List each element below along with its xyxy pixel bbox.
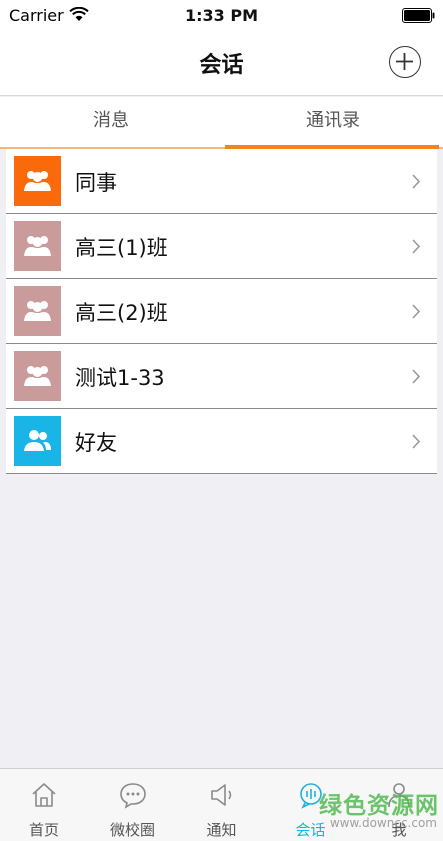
group-people-icon — [24, 236, 51, 256]
chevron-right-icon — [412, 304, 421, 319]
contact-group-class-1[interactable]: 高三(1)班 — [6, 214, 437, 279]
contact-group-friends[interactable]: 好友 — [6, 409, 437, 474]
battery-icon — [402, 8, 435, 23]
contact-group-class-2[interactable]: 高三(2)班 — [6, 279, 437, 344]
contact-group-label: 高三(1)班 — [75, 236, 168, 260]
chevron-right-icon — [412, 239, 421, 254]
plus-icon — [396, 53, 413, 70]
group-avatar — [14, 156, 61, 206]
group-people-icon — [24, 301, 51, 321]
bottom-tab-label: 首页 — [28, 821, 59, 839]
group-avatar — [14, 221, 61, 271]
group-avatar — [14, 351, 61, 401]
add-button[interactable] — [389, 46, 421, 78]
contact-group-label: 测试1-33 — [75, 366, 165, 390]
navigation-bar: 会话 — [0, 30, 443, 96]
contact-group-colleagues[interactable]: 同事 — [6, 149, 437, 214]
speaker-icon — [211, 784, 232, 806]
friends-avatar — [14, 416, 61, 466]
group-avatar — [14, 286, 61, 336]
bottom-tab-label: 通知 — [206, 821, 237, 839]
contact-group-label: 高三(2)班 — [75, 301, 168, 325]
bottom-tab-campus-circle[interactable]: 微校圈 — [88, 769, 177, 841]
chat-bubble-icon — [120, 783, 146, 809]
segment-tabs: 消息 通讯录 — [0, 97, 443, 148]
bottom-tab-notifications[interactable]: 通知 — [177, 769, 266, 841]
tab-messages[interactable]: 消息 — [0, 97, 222, 145]
bottom-tab-home[interactable]: 首页 — [0, 769, 88, 841]
chevron-right-icon — [412, 434, 421, 449]
watermark-url: www.downcc.com — [329, 816, 437, 830]
status-bar: Carrier 1:33 PM — [0, 0, 443, 30]
chevron-right-icon — [412, 174, 421, 189]
tab-contacts[interactable]: 通讯录 — [222, 97, 443, 145]
status-time: 1:33 PM — [184, 6, 258, 25]
group-people-icon — [24, 366, 51, 386]
contact-group-label: 好友 — [75, 431, 117, 455]
home-icon — [32, 783, 56, 807]
contact-group-label: 同事 — [75, 171, 117, 195]
page-title: 会话 — [199, 53, 244, 78]
contact-group-list: 同事 高三(1)班 高三(2)班 测试1-33 好友 — [6, 149, 437, 474]
watermark-title: 绿色资源网 — [319, 793, 439, 819]
group-people-icon — [24, 171, 51, 191]
bottom-tab-label: 微校圈 — [109, 821, 155, 839]
contact-group-test[interactable]: 测试1-33 — [6, 344, 437, 409]
friends-icon — [24, 430, 51, 451]
watermark: 绿色资源网 www.downcc.com — [306, 786, 441, 838]
chevron-right-icon — [412, 369, 421, 384]
